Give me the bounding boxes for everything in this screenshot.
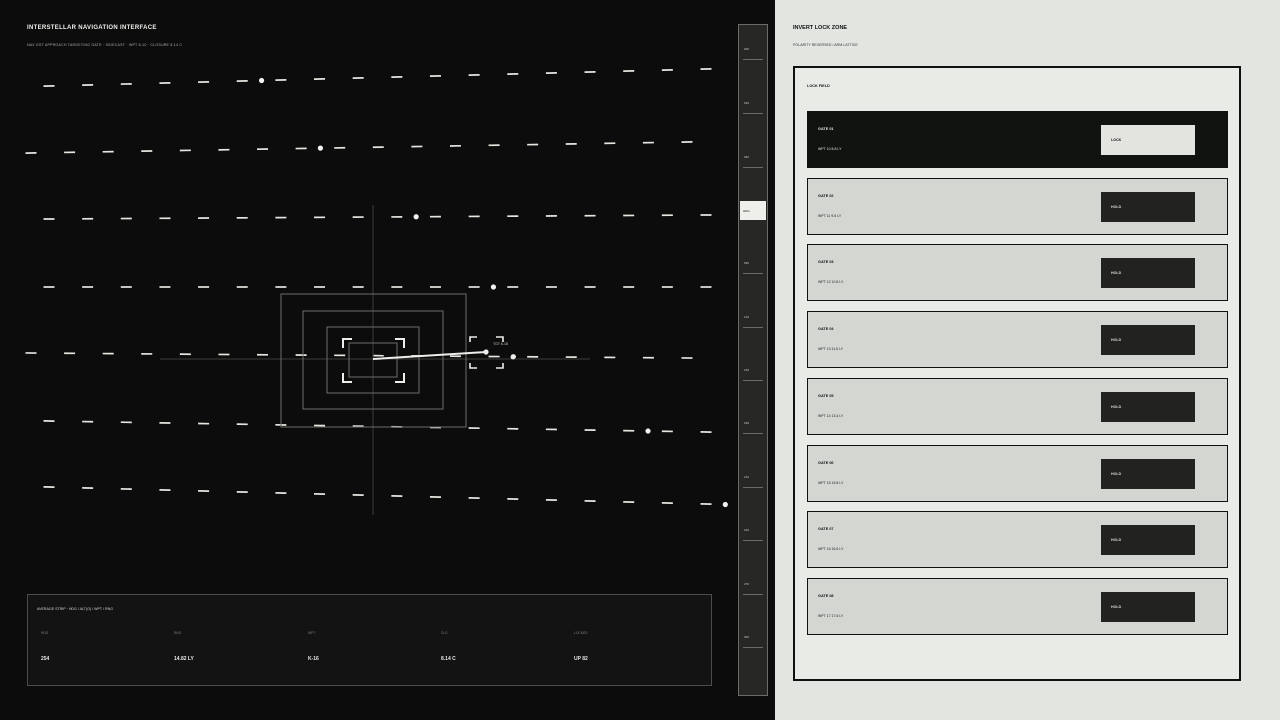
- gate-button-label: LOCK: [1111, 138, 1122, 142]
- gate-button-label: HOLD: [1111, 604, 1122, 609]
- waypoint-marker: [490, 284, 497, 290]
- telemetry-value: 8.14 C: [441, 656, 456, 662]
- hold-button[interactable]: HOLD: [1101, 191, 1195, 222]
- gate-card[interactable]: GATE 06 WPT 15 15.8 LY HOLD: [807, 444, 1228, 502]
- gate-meta: WPT 15 15.8 LY: [818, 480, 844, 485]
- gate-meta: WPT 12 10.8 LY: [818, 280, 844, 285]
- gate-button-label: HOLD: [1111, 404, 1122, 409]
- telemetry-label: RNG: [174, 631, 182, 635]
- gate-card[interactable]: GATE 05 WPT 14 13.4 LY HOLD: [807, 377, 1228, 435]
- scale-active-marker[interactable]: HDG: [740, 201, 766, 220]
- telemetry-panel: AVERAGE STRIP · HDG / ALT(O) / WPT / RNG…: [27, 594, 712, 686]
- hold-button[interactable]: HOLD: [1101, 391, 1195, 422]
- telemetry-value: UP 82: [574, 656, 588, 662]
- gate-card[interactable]: GATE 02 WPT 11 9.6 LY HOLD: [807, 177, 1228, 235]
- telemetry-label: WPT: [308, 631, 316, 635]
- gate-name: GATE 06: [818, 460, 834, 465]
- gate-name: GATE 01: [818, 127, 834, 131]
- lock-zone-subtitle: POLARITY REVERSED / ARM LATTICE: [793, 43, 858, 47]
- gate-meta: WPT 13 11.6 LY: [818, 347, 844, 352]
- nav-field[interactable]: TGT 6-18: [0, 0, 775, 580]
- scale-tick: 000: [743, 47, 763, 60]
- scale-tick: 240: [743, 528, 763, 541]
- gate-card[interactable]: GATE 01 WPT 10 8.8 LY LOCK: [807, 111, 1228, 168]
- gate-meta: WPT 11 9.6 LY: [818, 213, 842, 218]
- waypoint-marker: [317, 145, 324, 151]
- scale-tick: 030: [743, 101, 763, 114]
- gate-button-label: HOLD: [1111, 271, 1122, 276]
- gate-name: GATE 02: [818, 193, 834, 198]
- lock-field-label: LOCK FIELD: [807, 84, 830, 88]
- scale-tick: 180: [743, 421, 763, 434]
- scale-tick: 300: [743, 635, 763, 648]
- telemetry-value: 14.82 LY: [174, 656, 194, 662]
- telemetry-col-wpt: WPT K-16: [308, 631, 428, 662]
- hold-button[interactable]: HOLD: [1101, 258, 1195, 289]
- heading-scale-strip[interactable]: 000 030 060 HDG 090 120 150 180 210 240 …: [738, 24, 768, 696]
- gate-meta: WPT 14 13.4 LY: [818, 413, 844, 418]
- telemetry-col-hdg: HDG 254: [41, 631, 161, 662]
- telemetry-col-locked: LOCKED UP 82: [574, 631, 694, 662]
- scale-tick: 270: [743, 582, 763, 595]
- gate-name: GATE 05: [818, 393, 834, 398]
- waypoint-marker: [722, 501, 728, 508]
- hold-button[interactable]: HOLD: [1101, 591, 1195, 622]
- lock-field: LOCK FIELD GATE 01 WPT 10 8.8 LY LOCK GATE …: [793, 66, 1241, 681]
- gate-button-label: HOLD: [1111, 471, 1122, 476]
- gate-name: GATE 08: [818, 593, 834, 598]
- vector-endpoint: [483, 349, 489, 355]
- gate-meta: WPT 17 17.6 LY: [818, 613, 844, 618]
- scale-tick: 120: [743, 315, 763, 328]
- gate-card[interactable]: GATE 08 WPT 17 17.6 LY HOLD: [807, 577, 1228, 635]
- lock-button[interactable]: LOCK: [1101, 125, 1195, 155]
- telemetry-col-cls: CLS 8.14 C: [441, 631, 561, 662]
- waypoint-marker: [413, 214, 419, 220]
- hold-button[interactable]: HOLD: [1101, 458, 1195, 489]
- telemetry-label: LOCKED: [574, 631, 588, 635]
- gate-name: GATE 04: [818, 327, 834, 332]
- gate-card[interactable]: GATE 04 WPT 13 11.6 LY HOLD: [807, 311, 1228, 369]
- gate-card[interactable]: GATE 07 WPT 16 16.6 LY HOLD: [807, 511, 1228, 569]
- hold-button[interactable]: HOLD: [1101, 525, 1195, 556]
- heading-vector: [372, 351, 487, 360]
- gate-button-label: HOLD: [1111, 538, 1122, 543]
- scale-tick: 150: [743, 368, 763, 381]
- scale-tick: 060: [743, 155, 763, 168]
- scale-tick: 210: [743, 475, 763, 488]
- target-dot: [510, 354, 516, 360]
- telemetry-value: K-16: [308, 656, 319, 662]
- telemetry-value: 254: [41, 656, 50, 662]
- waypoint-rows: [25, 68, 728, 508]
- gate-meta: WPT 16 16.6 LY: [818, 547, 844, 552]
- gate-meta: WPT 10 8.8 LY: [818, 147, 842, 151]
- gate-name: GATE 03: [818, 260, 834, 265]
- telemetry-title: AVERAGE STRIP · HDG / ALT(O) / WPT / RNG: [37, 607, 114, 611]
- hold-button[interactable]: HOLD: [1101, 325, 1195, 356]
- target-label: TGT 6-18: [493, 342, 508, 346]
- gate-card[interactable]: GATE 03 WPT 12 10.8 LY HOLD: [807, 244, 1228, 302]
- telemetry-label: CLS: [441, 631, 448, 635]
- gate-button-label: HOLD: [1111, 204, 1122, 209]
- lock-zone-panel: INVERT LOCK ZONE POLARITY REVERSED / ARM…: [775, 0, 1280, 720]
- telemetry-col-rng: RNG 14.82 LY: [174, 631, 294, 662]
- lock-zone-title: INVERT LOCK ZONE: [793, 25, 848, 31]
- navigation-panel: INTERSTELLAR NAVIGATION INTERFACE NAV GS…: [0, 0, 775, 720]
- waypoint-marker: [645, 428, 651, 434]
- waypoint-marker: [258, 77, 265, 84]
- gate-button-label: HOLD: [1111, 338, 1122, 343]
- gate-name: GATE 07: [818, 527, 834, 532]
- scale-tick: 090: [743, 261, 763, 274]
- telemetry-label: HDG: [41, 631, 49, 635]
